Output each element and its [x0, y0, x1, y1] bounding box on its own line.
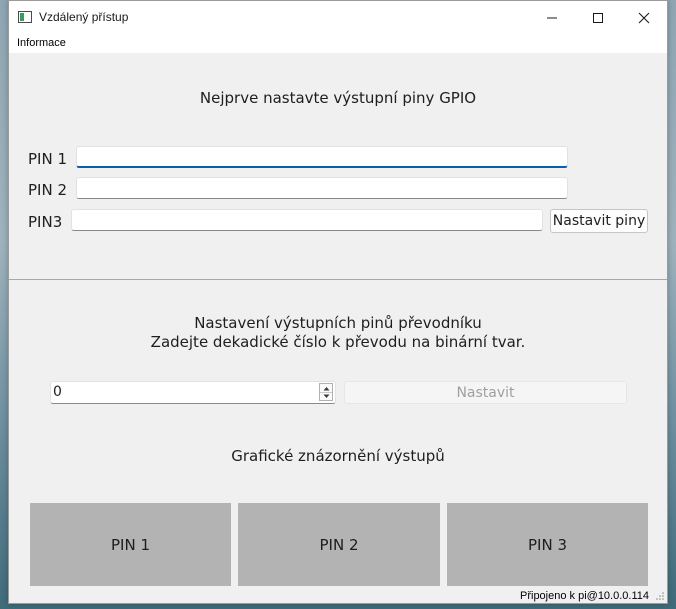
- output-pin2-indicator: PIN 2: [238, 503, 440, 586]
- set-value-button[interactable]: Nastavit: [344, 381, 627, 404]
- menu-item-informace[interactable]: Informace: [17, 37, 66, 49]
- close-icon: [638, 12, 650, 23]
- pin1-label: PIN 1: [28, 150, 68, 168]
- pin3-label: PIN3: [28, 213, 63, 231]
- section-divider: [9, 279, 667, 280]
- spin-buttons[interactable]: [319, 383, 333, 401]
- close-button[interactable]: [621, 1, 667, 34]
- minimize-button[interactable]: [529, 1, 575, 34]
- window-title: Vzdálený přístup: [39, 10, 129, 24]
- app-window-icon: [18, 11, 32, 23]
- app-window: Vzdálený přístup Informace Nejprve nasta…: [8, 0, 668, 604]
- menu-bar: Informace: [9, 34, 667, 53]
- title-bar[interactable]: Vzdálený přístup: [9, 1, 667, 34]
- output-pin3-indicator: PIN 3: [447, 503, 648, 586]
- pin2-input[interactable]: [76, 177, 568, 199]
- converter-heading: Nastavení výstupních pinů převodníku: [194, 314, 482, 332]
- chevron-up-icon: [323, 386, 329, 390]
- chevron-down-icon: [323, 394, 329, 398]
- minimize-icon: [547, 17, 557, 18]
- pin1-input[interactable]: [76, 146, 568, 168]
- resize-grip-icon[interactable]: [655, 591, 665, 601]
- decimal-spinbox-value: 0: [53, 384, 62, 400]
- gpio-heading: Nejprve nastavte výstupní piny GPIO: [199, 89, 477, 107]
- spin-down-button[interactable]: [320, 392, 332, 400]
- outputs-heading: Grafické znázornění výstupů: [231, 447, 445, 465]
- maximize-icon: [593, 12, 603, 23]
- set-pins-button[interactable]: Nastavit piny: [550, 209, 648, 233]
- pin2-label: PIN 2: [28, 181, 68, 199]
- status-bar-text: Připojeno k pi@10.0.0.114: [520, 590, 649, 602]
- decimal-spinbox[interactable]: 0: [50, 381, 336, 404]
- output-pin1-indicator: PIN 1: [30, 503, 231, 586]
- converter-instructions: Zadejte dekadické číslo k převodu na bin…: [150, 333, 526, 351]
- maximize-button[interactable]: [575, 1, 621, 34]
- pin3-input[interactable]: [71, 209, 543, 231]
